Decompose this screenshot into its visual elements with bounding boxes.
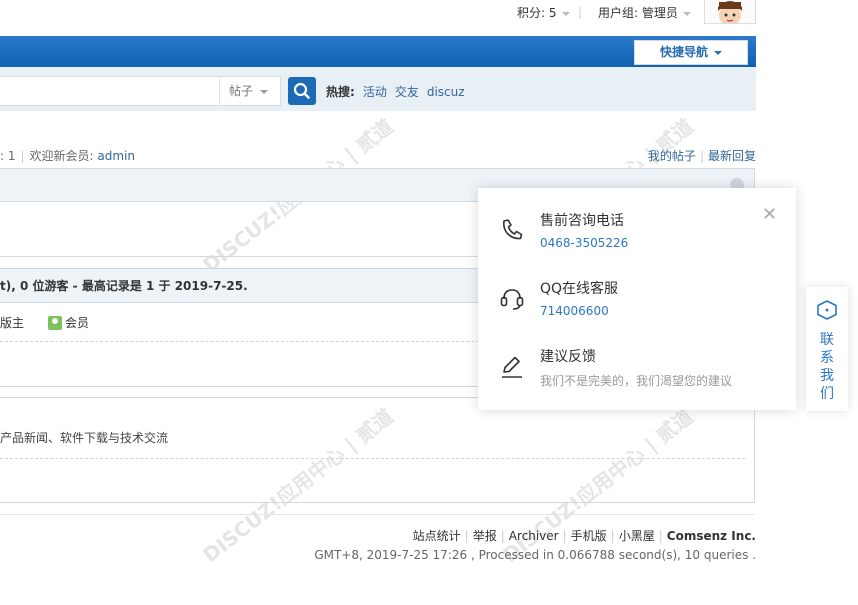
hot-search-link[interactable]: discuz bbox=[427, 85, 465, 99]
hexagon-icon bbox=[817, 300, 837, 320]
chevron-down-icon bbox=[682, 11, 691, 16]
contact-title: 售前咨询电话 bbox=[540, 213, 624, 229]
post-links: 我的帖子 | 最新回复 bbox=[648, 147, 756, 164]
chevron-down-icon bbox=[714, 50, 722, 55]
contact-item-qq[interactable]: QQ在线客服 714006600 bbox=[498, 278, 778, 328]
footer-link-blackroom[interactable]: 小黑屋 bbox=[619, 529, 655, 543]
contact-title: 建议反馈 bbox=[540, 349, 596, 365]
chevron-down-icon bbox=[260, 89, 269, 94]
usergroup-label: 用户组: 管理员 bbox=[598, 6, 678, 20]
footer-meta: GMT+8, 2019-7-25 17:26 , Processed in 0.… bbox=[314, 548, 756, 562]
chevron-down-icon bbox=[561, 11, 570, 16]
welcome-text: 欢迎新会员: bbox=[29, 149, 94, 163]
search-type-select[interactable]: 帖子 bbox=[219, 77, 279, 105]
search-icon bbox=[293, 82, 310, 99]
contact-popup: ✕ 售前咨询电话 0468-3505226 QQ在线客服 714006600 建… bbox=[478, 188, 796, 410]
online-summary: t), 0 位游客 - 最高记录是 1 于 2019-7-25. bbox=[0, 279, 248, 293]
contact-value: 0468-3505226 bbox=[540, 236, 629, 250]
contact-value: 714006600 bbox=[540, 304, 609, 318]
divider: | bbox=[610, 529, 615, 543]
phone-icon bbox=[503, 219, 523, 240]
divider: | bbox=[578, 5, 583, 19]
credits-dropdown[interactable]: 积分: 5 bbox=[517, 4, 570, 21]
footer-link-archiver[interactable]: Archiver bbox=[509, 529, 559, 543]
hot-search-label: 热搜: bbox=[326, 85, 355, 99]
search-type-label: 帖子 bbox=[229, 84, 254, 98]
footer-links: 站点统计 | 举报 | Archiver | 手机版 | 小黑屋 | Comsenz Inc. bbox=[413, 527, 756, 544]
divider: | bbox=[658, 529, 663, 543]
contact-item-feedback[interactable]: 建议反馈 我们不是完美的，我们渴望您的建议 bbox=[498, 346, 778, 396]
contact-us-label: 联系我们 bbox=[820, 332, 834, 402]
footer-brand[interactable]: Comsenz Inc. bbox=[667, 529, 756, 543]
divider: | bbox=[464, 529, 469, 543]
new-member-link[interactable]: admin bbox=[97, 149, 135, 163]
forum-description: 产品新闻、软件下载与技术交流 bbox=[0, 431, 169, 445]
user-bar: 积分: 5 | 用户组: 管理员 bbox=[0, 0, 858, 30]
headset-icon bbox=[500, 289, 524, 310]
contact-item-phone[interactable]: 售前咨询电话 0468-3505226 bbox=[498, 210, 778, 260]
hot-search-link[interactable]: 交友 bbox=[395, 85, 419, 99]
quick-nav-button[interactable]: 快捷导航 bbox=[634, 40, 748, 65]
hot-search: 热搜: 活动 交友 discuz bbox=[326, 83, 473, 100]
forum-list-box bbox=[0, 397, 755, 503]
usergroup-dropdown[interactable]: 用户组: 管理员 bbox=[598, 4, 691, 21]
legend-moderator: 版主 bbox=[0, 316, 25, 330]
contact-value: 我们不是完美的，我们渴望您的建议 bbox=[540, 374, 733, 388]
latest-reply-link[interactable]: 最新回复 bbox=[708, 149, 756, 163]
divider: | bbox=[699, 149, 704, 163]
member-icon bbox=[48, 316, 63, 330]
divider: | bbox=[500, 529, 505, 543]
avatar[interactable] bbox=[704, 0, 756, 24]
online-legend: 版主 会员 bbox=[0, 314, 89, 331]
my-posts-link[interactable]: 我的帖子 bbox=[648, 149, 696, 163]
divider bbox=[0, 458, 745, 459]
forum-stats: : 1 | 欢迎新会员: admin bbox=[0, 147, 135, 164]
contact-us-tab[interactable]: 联系我们 bbox=[806, 287, 848, 411]
search-button[interactable] bbox=[288, 77, 316, 105]
footer-link-report[interactable]: 举报 bbox=[473, 529, 497, 543]
legend-member: 会员 bbox=[65, 316, 90, 330]
footer-divider bbox=[0, 514, 755, 515]
hot-search-link[interactable]: 活动 bbox=[363, 85, 387, 99]
footer-link-stats[interactable]: 站点统计 bbox=[413, 529, 461, 543]
divider: | bbox=[20, 149, 25, 163]
contact-title: QQ在线客服 bbox=[540, 281, 619, 297]
divider: | bbox=[562, 529, 567, 543]
member-count: : 1 bbox=[0, 149, 16, 163]
footer-link-mobile[interactable]: 手机版 bbox=[571, 529, 607, 543]
credits-label: 积分: 5 bbox=[517, 6, 557, 20]
quick-nav-label: 快捷导航 bbox=[659, 45, 708, 59]
pen-icon bbox=[502, 356, 522, 378]
